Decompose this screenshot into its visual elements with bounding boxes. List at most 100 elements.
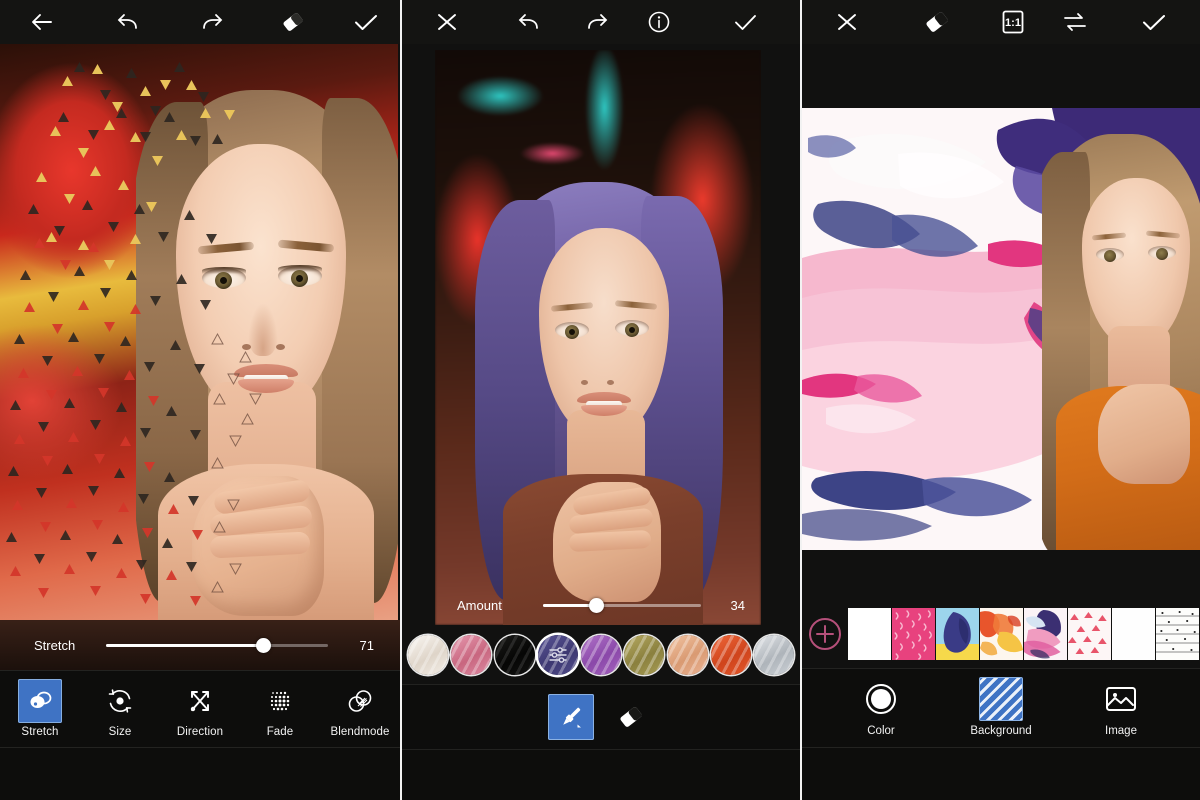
svg-text:1:1: 1:1 — [1005, 17, 1021, 29]
brush-icon — [556, 702, 586, 732]
stretch-icon — [18, 679, 62, 723]
checkmark-icon — [350, 10, 382, 34]
app-screenshots-row: Stretch 71 Stretch Size Direction Fade B… — [0, 0, 1200, 800]
thumb-plain[interactable] — [1112, 608, 1155, 660]
stretch-slider-row[interactable]: Stretch 71 — [0, 620, 400, 670]
portrait-subject — [1042, 108, 1200, 550]
thumb-watermelon[interactable] — [1068, 608, 1111, 660]
info-icon — [646, 9, 672, 35]
swatch-pink[interactable] — [451, 635, 492, 675]
swatch-indigo[interactable] — [537, 635, 578, 675]
panel-hair-color-editor: Amount 34 Saturation 64 — [400, 0, 800, 800]
aspect-ratio-button[interactable]: 1:1 — [982, 0, 1044, 44]
undo-button[interactable] — [492, 0, 566, 44]
tool-direction-label: Direction — [176, 726, 224, 738]
tool-stretch[interactable]: Stretch — [0, 671, 80, 738]
stretch-slider-value: 71 — [359, 637, 374, 653]
tool-background-label: Background — [970, 725, 1032, 737]
eraser-button[interactable] — [608, 694, 654, 740]
thumb-lined-paper[interactable] — [1156, 608, 1199, 660]
one-to-one-icon: 1:1 — [998, 8, 1028, 36]
topbar-panel2 — [402, 0, 800, 44]
swatch-purple[interactable] — [581, 635, 621, 675]
back-arrow-button[interactable] — [0, 0, 86, 44]
stretch-slider-fill — [106, 643, 264, 647]
background-tool-bar: Color Background Image — [802, 668, 1200, 748]
thumb-orange-splash[interactable] — [980, 608, 1023, 660]
swatch-platinum[interactable] — [408, 635, 448, 675]
swatch-black[interactable] — [494, 635, 535, 675]
tool-blendmode-label: Blendmode — [330, 726, 390, 738]
checkmark-icon — [1137, 10, 1169, 34]
undo-button[interactable] — [86, 0, 170, 44]
brush-button[interactable] — [548, 694, 594, 740]
size-icon — [98, 679, 142, 723]
image-icon — [1099, 677, 1143, 721]
info-button[interactable] — [628, 0, 690, 44]
tool-image-label: Image — [1105, 725, 1137, 737]
portrait-subject — [435, 50, 761, 625]
panel-background-editor: 1:1 Color Background Image — [800, 0, 1200, 800]
redo-button[interactable] — [566, 0, 628, 44]
add-background-icon — [806, 615, 844, 653]
hair-color-swatch-strip[interactable] — [402, 627, 800, 683]
background-thumbnail-strip[interactable] — [802, 605, 1200, 663]
stretch-slider-label: Stretch — [34, 637, 76, 653]
apply-button[interactable] — [332, 0, 400, 44]
brush-eraser-bar — [402, 684, 800, 750]
apply-button[interactable] — [690, 0, 800, 44]
swatch-olive[interactable] — [624, 635, 665, 675]
thumb-white[interactable] — [848, 608, 891, 660]
stretch-tool-bar: Stretch Size Direction Fade Blendmode — [0, 670, 400, 748]
tool-color[interactable]: Color — [835, 677, 927, 737]
undo-icon — [515, 10, 543, 34]
panel1-footer — [0, 748, 400, 800]
amount-slider-value: 34 — [730, 597, 745, 613]
thumb-pink-pattern[interactable] — [892, 608, 935, 660]
tool-size[interactable]: Size — [80, 671, 160, 738]
undo-icon — [114, 10, 142, 34]
portrait-subject — [136, 44, 398, 620]
eraser-icon — [616, 703, 646, 731]
back-arrow-icon — [28, 10, 58, 34]
eraser-icon — [922, 9, 952, 35]
thumb-pink-navy[interactable] — [1024, 608, 1067, 660]
redo-button[interactable] — [170, 0, 254, 44]
tool-background[interactable]: Background — [955, 677, 1047, 737]
apply-button[interactable] — [1106, 0, 1200, 44]
tool-color-label: Color — [867, 725, 895, 737]
background-pattern-icon — [979, 677, 1023, 721]
topbar-panel1 — [0, 0, 400, 44]
close-icon — [434, 10, 460, 34]
stretch-slider-knob[interactable] — [256, 637, 272, 653]
panel-stretch-editor: Stretch 71 Stretch Size Direction Fade B… — [0, 0, 400, 800]
amount-slider-row[interactable]: Amount 34 — [435, 590, 761, 620]
canvas-stretch-preview[interactable] — [0, 44, 398, 620]
eraser-button[interactable] — [254, 0, 332, 44]
close-button[interactable] — [402, 0, 492, 44]
blendmode-icon — [338, 679, 382, 723]
tool-direction[interactable]: Direction — [160, 671, 240, 738]
add-background-button[interactable] — [802, 615, 848, 653]
redo-icon — [198, 10, 226, 34]
swatch-silver[interactable] — [754, 635, 794, 675]
tool-image[interactable]: Image — [1075, 677, 1167, 737]
canvas-background-preview[interactable] — [802, 108, 1200, 550]
swatch-orange[interactable] — [710, 635, 751, 675]
close-button[interactable] — [802, 0, 892, 44]
fade-icon — [258, 679, 302, 723]
canvas-hair-color-preview[interactable]: Amount 34 Saturation 64 — [435, 50, 761, 625]
swap-icon — [1061, 9, 1089, 35]
tool-fade[interactable]: Fade — [240, 671, 320, 738]
thumb-blue-yellow[interactable] — [936, 608, 979, 660]
amount-slider-knob[interactable] — [589, 597, 605, 613]
tool-blendmode[interactable]: Blendmode — [320, 671, 400, 738]
topbar-panel3: 1:1 — [802, 0, 1200, 44]
eraser-button[interactable] — [892, 0, 982, 44]
tool-size-label: Size — [108, 726, 132, 738]
hair-color-sliders: Amount 34 Saturation 64 — [435, 578, 761, 625]
close-icon — [834, 10, 860, 34]
panel3-footer — [802, 748, 1200, 800]
swap-button[interactable] — [1044, 0, 1106, 44]
swatch-peach[interactable] — [667, 635, 708, 675]
